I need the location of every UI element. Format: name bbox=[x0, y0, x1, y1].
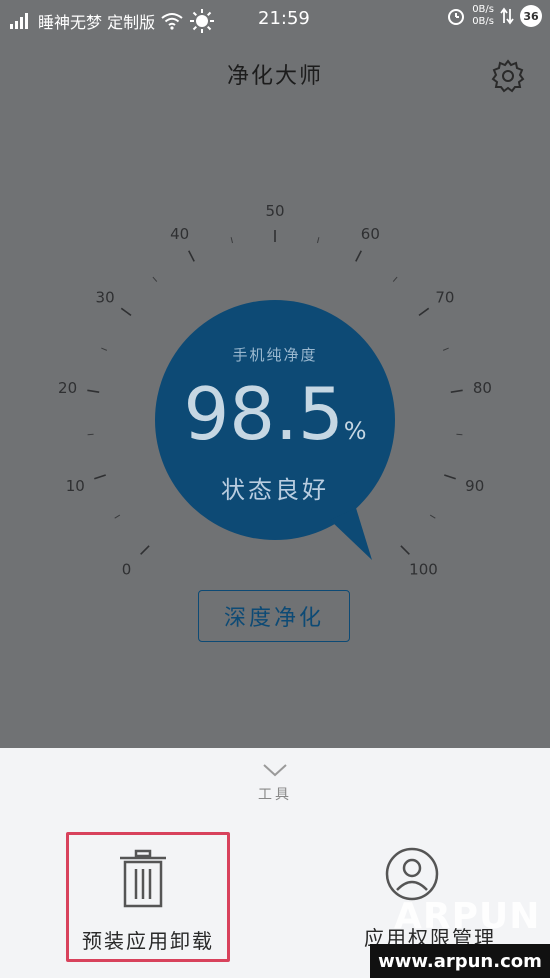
deep-clean-button[interactable]: 深度净化 bbox=[198, 590, 350, 642]
gauge-number: 98.5 bbox=[183, 372, 344, 456]
tool-label: 预装应用卸载 bbox=[82, 929, 214, 953]
gauge-value: 98.5% bbox=[155, 372, 395, 456]
watermark-brand: ARPUN bbox=[394, 896, 541, 937]
main-panel: 睡神无梦 定制版 21:59 0B/s 0B/s 36 净化大师 0 10 20… bbox=[0, 0, 550, 748]
user-icon bbox=[385, 847, 439, 901]
tools-label: 工具 bbox=[258, 787, 292, 803]
gauge-label: 手机纯净度 bbox=[232, 346, 318, 364]
tool-preinstalled-uninstall[interactable]: 预装应用卸载 bbox=[66, 832, 230, 962]
chevron-down-icon[interactable] bbox=[262, 762, 288, 778]
gauge-unit: % bbox=[343, 417, 367, 445]
trash-icon bbox=[120, 849, 166, 908]
gauge-status: 状态良好 bbox=[221, 476, 329, 504]
watermark-url: www.arpun.com bbox=[370, 944, 550, 978]
